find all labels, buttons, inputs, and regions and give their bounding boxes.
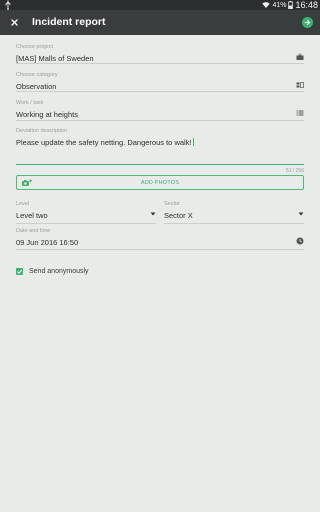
level-dropdown[interactable]: Level Level two xyxy=(16,201,156,224)
category-label: Choose category xyxy=(16,72,58,78)
battery-icon xyxy=(288,1,294,9)
datetime-label: Date and time xyxy=(16,228,51,234)
close-icon[interactable] xyxy=(8,16,21,29)
send-anonymously-checkbox[interactable] xyxy=(16,268,23,275)
level-underline xyxy=(16,223,156,224)
description-label: Deviation description xyxy=(16,128,68,134)
work-task-field[interactable]: Work / task Working at heights xyxy=(16,100,304,121)
project-field[interactable]: Choose project [MAS] Malls of Sweden xyxy=(16,44,304,64)
datetime-field[interactable]: Date and time 09 Jun 2016 16:50 xyxy=(16,228,304,250)
wifi-icon xyxy=(262,2,271,8)
sector-underline xyxy=(164,223,304,224)
usb-icon xyxy=(5,0,11,10)
briefcase-icon xyxy=(296,53,304,60)
text-cursor xyxy=(192,138,194,146)
battery-percent: 41% xyxy=(272,1,287,9)
clock-icon xyxy=(296,237,304,245)
sector-label: Sector xyxy=(164,201,180,207)
work-task-label: Work / task xyxy=(16,100,44,106)
page-title: Incident report xyxy=(32,16,106,28)
description-field[interactable]: Deviation description Please update the … xyxy=(16,128,304,165)
chevron-down-icon xyxy=(150,212,156,216)
character-counter: 51 / 256 xyxy=(285,168,304,174)
project-underline xyxy=(16,63,304,64)
category-icon xyxy=(296,82,304,88)
add-photos-label: ADD PHOTOS xyxy=(140,180,180,186)
app-bar: Incident report xyxy=(0,10,320,35)
send-icon xyxy=(304,20,311,25)
description-underline xyxy=(16,164,304,165)
level-value: Level two xyxy=(16,211,48,220)
send-button[interactable] xyxy=(302,17,313,28)
list-icon xyxy=(296,110,304,116)
project-label: Choose project xyxy=(16,44,53,50)
sector-dropdown[interactable]: Sector Sector X xyxy=(164,201,304,224)
datetime-value: 09 Jun 2016 16:50 xyxy=(16,238,79,247)
category-underline xyxy=(16,91,304,92)
work-task-underline xyxy=(16,120,304,121)
send-anonymously-toggle[interactable]: Send anonymously xyxy=(16,268,89,275)
clock-time: 16:48 xyxy=(295,0,318,10)
work-task-value: Working at heights xyxy=(16,110,78,119)
chevron-down-icon xyxy=(298,212,304,216)
datetime-underline xyxy=(16,249,304,250)
description-input[interactable]: Please update the safety netting. Danger… xyxy=(16,138,304,148)
check-icon xyxy=(16,269,23,274)
sector-value: Sector X xyxy=(164,211,193,220)
send-anonymously-label: Send anonymously xyxy=(29,268,89,275)
category-field[interactable]: Choose category Observation xyxy=(16,72,304,92)
add-photos-button[interactable]: ADD PHOTOS xyxy=(16,175,304,190)
description-text: Please update the safety netting. Danger… xyxy=(16,138,192,147)
status-bar: 41% 16:48 xyxy=(0,0,320,10)
level-label: Level xyxy=(16,201,30,207)
